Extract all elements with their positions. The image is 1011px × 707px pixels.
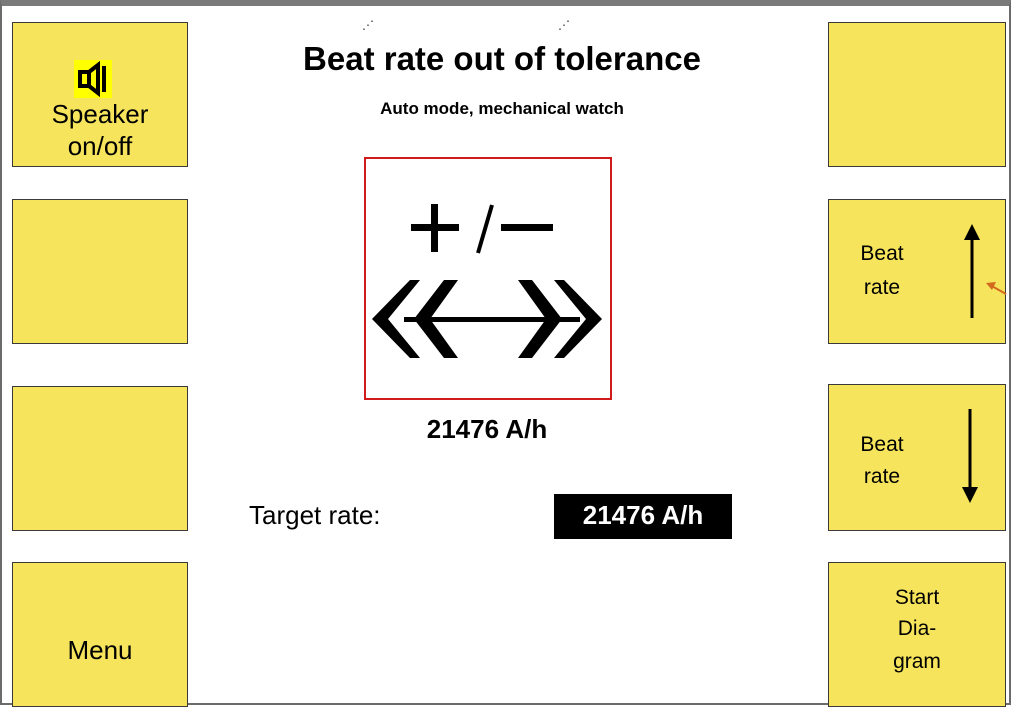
beat-rate-up-button[interactable]: Beat rate xyxy=(828,199,1006,344)
left-softkey-3[interactable] xyxy=(12,386,188,531)
pointer-arrow-icon xyxy=(986,282,1007,295)
left-softkey-2[interactable] xyxy=(12,199,188,344)
target-rate-value: 21476 A/h xyxy=(554,494,732,539)
marker-dots: ⋰ xyxy=(362,18,374,32)
start-diagram-label-line2: Dia- xyxy=(897,617,937,640)
plus-minus-double-arrow-icon xyxy=(372,204,602,358)
speaker-label-line2: on/off xyxy=(67,131,133,161)
beat-rate-down-button[interactable]: Beat rate xyxy=(828,384,1006,531)
speaker-label-line1: Speaker xyxy=(51,99,149,129)
arrow-down-icon xyxy=(962,409,978,503)
measured-rate: 21476 A/h xyxy=(426,414,548,444)
beat-rate-up-label-line2: rate xyxy=(863,276,901,299)
beat-rate-down-label-line1: Beat xyxy=(860,433,904,456)
marker-dots: ⋰ xyxy=(558,18,570,32)
page-subtitle: Auto mode, mechanical watch xyxy=(380,99,624,118)
speaker-icon xyxy=(74,60,112,98)
right-softkey-1[interactable] xyxy=(828,22,1006,167)
beat-rate-down-label-line2: rate xyxy=(863,465,901,488)
menu-button[interactable]: Menu xyxy=(12,562,188,707)
start-diagram-button[interactable]: Start Dia- gram xyxy=(828,562,1006,707)
start-diagram-label-line3: gram xyxy=(893,650,941,673)
menu-label: Menu xyxy=(67,635,133,665)
start-diagram-label-line1: Start xyxy=(894,586,940,609)
device-screen: Speaker on/off Menu Beat rate Beat rate … xyxy=(0,0,1011,707)
beat-rate-up-label-line1: Beat xyxy=(860,242,904,265)
page-title: Beat rate out of tolerance xyxy=(303,40,701,77)
speaker-toggle-button[interactable]: Speaker on/off xyxy=(12,22,188,167)
arrow-up-icon xyxy=(964,224,980,318)
target-rate-label: Target rate: xyxy=(249,500,381,530)
tolerance-indicator xyxy=(364,157,612,400)
